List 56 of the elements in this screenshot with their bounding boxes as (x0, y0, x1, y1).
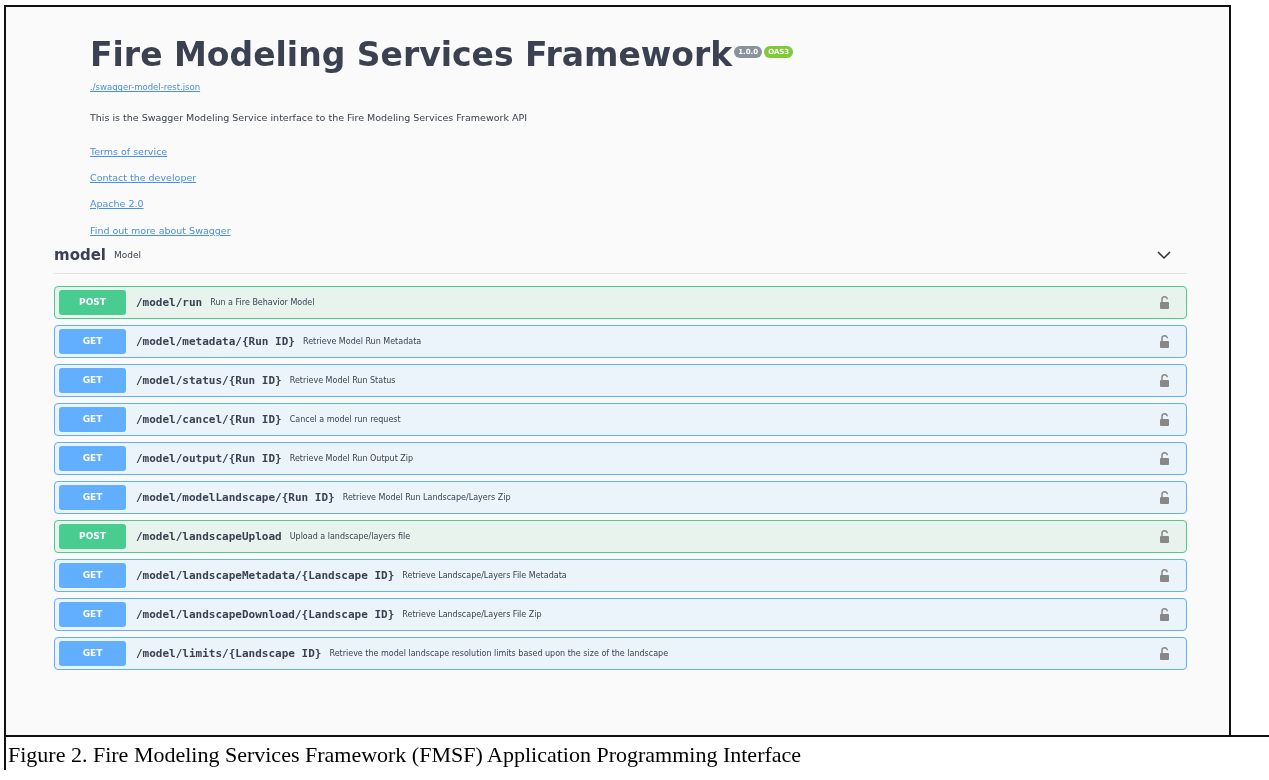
endpoint-path: /model/output/{Run ID} (136, 450, 282, 467)
method-badge: POST (59, 290, 126, 316)
endpoint-path: /model/modelLandscape/{Run ID} (136, 489, 335, 506)
unlocked-padlock-icon[interactable] (1159, 491, 1170, 505)
tag-name[interactable]: model (54, 244, 106, 267)
endpoint-summary: Retrieve the model landscape resolution limits based upon the size of the landscape (329, 647, 669, 660)
operation-row[interactable]: GET /model/modelLandscape/{Run ID} Retrieve Model Run Landscape/Layers Zip (54, 481, 1187, 515)
unlocked-padlock-icon[interactable] (1159, 413, 1170, 427)
endpoint-path: /model/cancel/{Run ID} (136, 411, 282, 428)
operation-row[interactable]: POST /model/run Run a Fire Behavior Model (54, 286, 1187, 320)
unlocked-padlock-icon[interactable] (1159, 335, 1170, 349)
operation-row[interactable]: GET /model/metadata/{Run ID} Retrieve Model Run Metadata (54, 325, 1187, 359)
endpoint-path: /model/status/{Run ID} (136, 372, 282, 389)
operation-row[interactable]: GET /model/output/{Run ID} Retrieve Model Run Output Zip (54, 442, 1187, 476)
unlocked-padlock-icon[interactable] (1159, 374, 1170, 388)
endpoint-summary: Cancel a model run request (289, 413, 401, 426)
endpoint-path: /model/run (136, 294, 203, 311)
api-description: This is the Swagger Modeling Service interface to the Fire Modeling Services Framework API (90, 111, 528, 126)
endpoint-summary: Retrieve Model Run Status (289, 374, 396, 387)
method-badge: GET (59, 485, 126, 511)
endpoint-path: /model/limits/{Landscape ID} (136, 645, 322, 662)
unlocked-padlock-icon[interactable] (1159, 608, 1170, 622)
operation-row[interactable]: POST /model/landscapeUpload Upload a landscape/layers file (54, 520, 1187, 554)
unlocked-padlock-icon[interactable] (1159, 296, 1170, 310)
method-badge: GET (59, 329, 126, 355)
operation-row[interactable]: GET /model/cancel/{Run ID} Cancel a model run request (54, 403, 1187, 437)
endpoint-summary: Retrieve Landscape/Layers File Metadata (402, 569, 567, 582)
chevron-icon[interactable] (1157, 251, 1171, 261)
operation-row[interactable]: GET /model/limits/{Landscape ID} Retrieve the model landscape resolution limits based upon the size of the landscape (54, 637, 1187, 671)
operation-row[interactable]: GET /model/status/{Run ID} Retrieve Model Run Status (54, 364, 1187, 398)
endpoint-path: /model/landscapeUpload (136, 528, 282, 545)
api-title: Fire Modeling Services Framework (90, 35, 733, 74)
endpoint-summary: Retrieve Model Run Landscape/Layers Zip (342, 491, 511, 504)
endpoint-summary: Retrieve Model Run Metadata (302, 335, 422, 348)
endpoint-summary: Upload a landscape/layers file (289, 530, 411, 543)
figure-caption: Figure 2. Fire Modeling Services Framework (FMSF) Application Programming Interface (4, 735, 1269, 770)
unlocked-padlock-icon[interactable] (1159, 569, 1170, 583)
endpoint-path: /model/landscapeMetadata/{Landscape ID} (136, 567, 395, 584)
method-badge: GET (59, 641, 126, 667)
operation-row[interactable]: GET /model/landscapeDownload/{Landscape ID} Retrieve Landscape/Layers File Zip (54, 598, 1187, 632)
method-badge: GET (59, 368, 126, 394)
operation-row[interactable]: GET /model/landscapeMetadata/{Landscape ID} Retrieve Landscape/Layers File Metadata (54, 559, 1187, 593)
unlocked-padlock-icon[interactable] (1159, 452, 1170, 466)
endpoint-summary: Retrieve Landscape/Layers File Zip (402, 608, 542, 621)
unlocked-padlock-icon[interactable] (1159, 530, 1170, 544)
method-badge: GET (59, 602, 126, 628)
endpoint-path: /model/metadata/{Run ID} (136, 333, 295, 350)
endpoint-summary: Retrieve Model Run Output Zip (289, 452, 414, 465)
endpoint-summary: Run a Fire Behavior Model (210, 296, 315, 309)
method-badge: POST (59, 524, 126, 550)
method-badge: GET (59, 407, 126, 433)
tag-description: Model (114, 248, 142, 262)
method-badge: GET (59, 563, 126, 589)
method-badge: GET (59, 446, 126, 472)
endpoint-path: /model/landscapeDownload/{Landscape ID} (136, 606, 395, 623)
unlocked-padlock-icon[interactable] (1159, 647, 1170, 661)
